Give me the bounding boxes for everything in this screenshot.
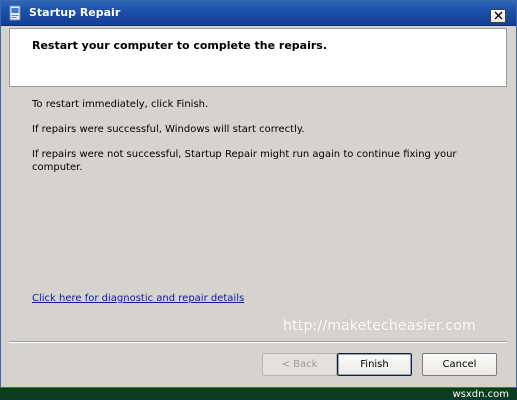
header-title: Restart your computer to complete the re… (32, 39, 328, 52)
diagnostic-details-link[interactable]: Click here for diagnostic and repair det… (32, 293, 244, 304)
computer-document-icon (9, 5, 21, 21)
instruction-text-finish: To restart immediately, click Finish. (32, 99, 209, 110)
window-title: Startup Repair (29, 6, 121, 19)
close-icon (494, 10, 503, 23)
startup-repair-window: Startup Repair Restart your computer to … (0, 0, 517, 388)
back-button[interactable]: < Back (262, 353, 337, 376)
footer-separator (9, 341, 507, 343)
close-button[interactable] (490, 9, 506, 23)
watermark-url: http://maketecheasier.com (283, 318, 476, 334)
cancel-button[interactable]: Cancel (422, 353, 497, 376)
instruction-text-success: If repairs were successful, Windows will… (32, 124, 305, 135)
title-bar[interactable]: Startup Repair (1, 1, 516, 26)
instruction-text-failure: If repairs were not successful, Startup … (32, 149, 457, 173)
source-credit: wsxdn.com (452, 389, 509, 400)
finish-button[interactable]: Finish (337, 353, 412, 376)
header-panel: Restart your computer to complete the re… (9, 28, 507, 87)
